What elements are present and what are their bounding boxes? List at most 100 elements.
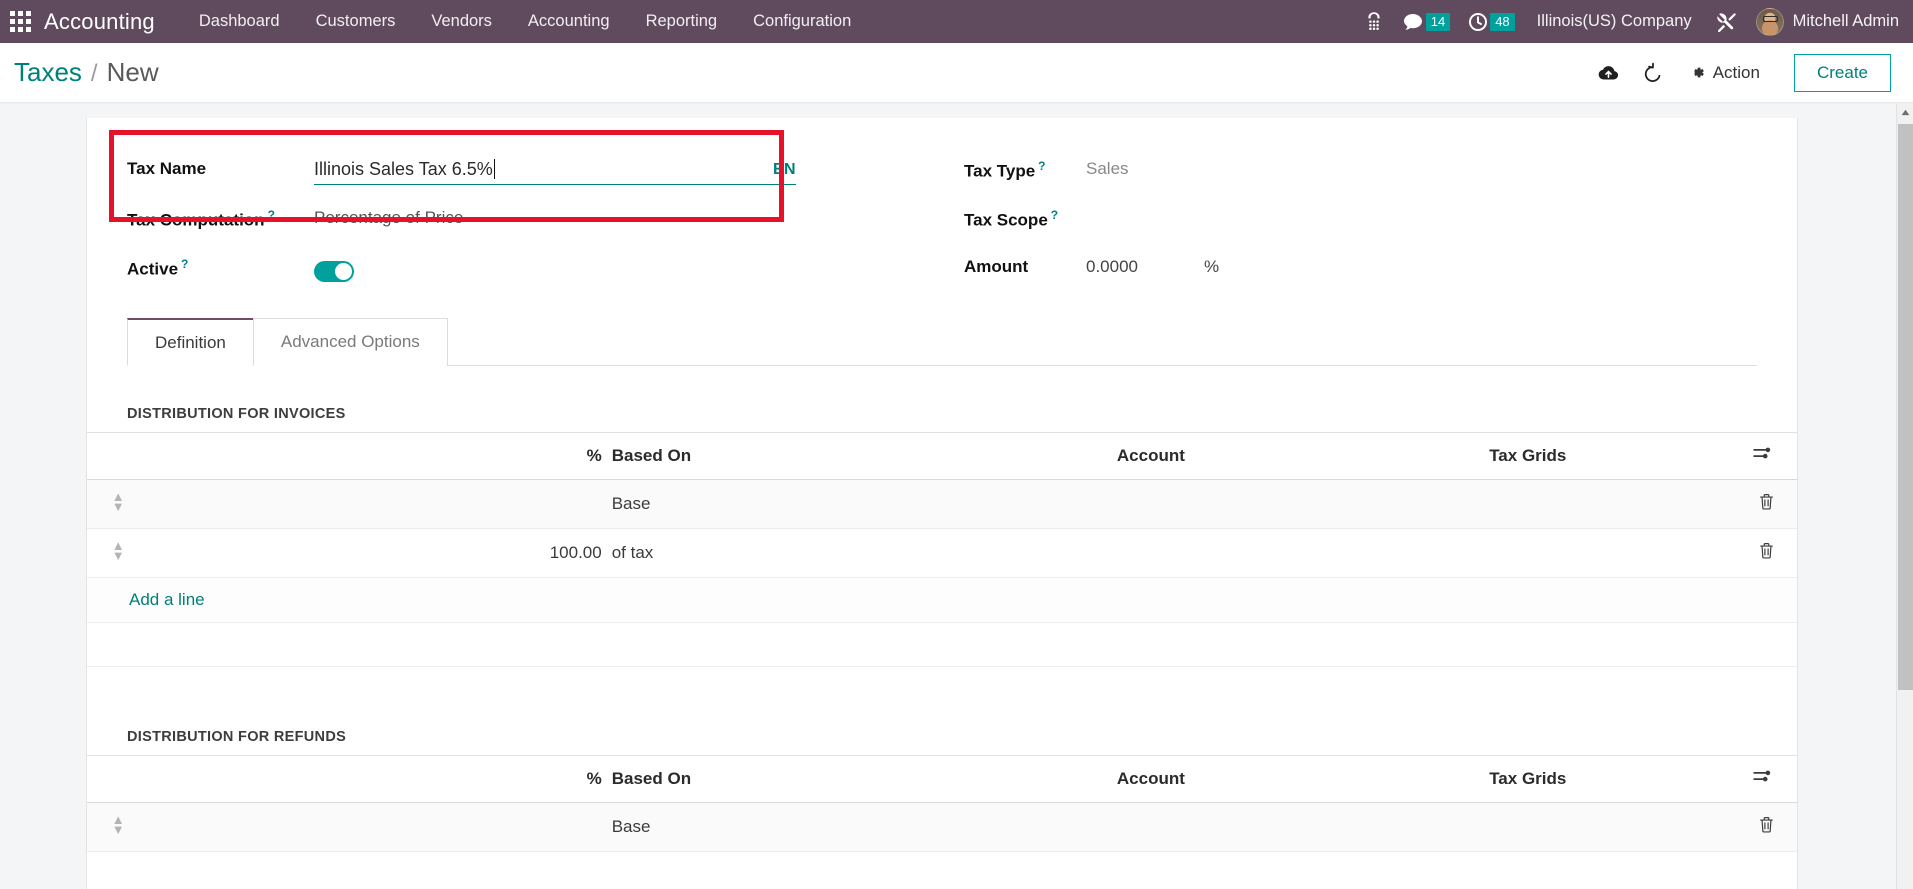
table-row[interactable]: ▲ ▼ Base — [87, 802, 1797, 852]
cell-percent[interactable] — [149, 802, 602, 852]
apps-grid-icon[interactable] — [10, 10, 32, 33]
add-line-cell[interactable]: Add a line — [87, 577, 1797, 623]
top-navbar: Accounting Dashboard Customers Vendors A… — [0, 0, 1913, 43]
form-sheet: Tax Name Illinois Sales Tax 6.5% EN Tax … — [86, 118, 1798, 889]
phone-dialpad-icon[interactable] — [1356, 11, 1392, 33]
tax-type-label: Tax Type? — [964, 159, 1046, 181]
field-tax-type: Tax Type? Sales — [964, 148, 1757, 197]
menu-item-customers[interactable]: Customers — [298, 0, 414, 43]
activities-menu[interactable]: 48 — [1460, 12, 1522, 32]
create-button[interactable]: Create — [1793, 53, 1891, 92]
action-label: Action — [1712, 62, 1760, 82]
cell-percent[interactable] — [149, 479, 602, 529]
scrollbar-thumb[interactable] — [1898, 124, 1913, 690]
vertical-scrollbar[interactable] — [1896, 104, 1913, 889]
row-drag-handle-icon[interactable]: ▲ ▼ — [87, 528, 150, 578]
distribution-for-refunds: DISTRIBUTION FOR REFUNDS % Based On Acco… — [87, 667, 1797, 852]
tax-scope-help-icon[interactable]: ? — [1051, 208, 1058, 222]
messages-menu[interactable]: 14 — [1394, 12, 1458, 32]
messages-count-badge: 14 — [1425, 12, 1451, 31]
table-row[interactable]: ▲ ▼ Base — [87, 479, 1797, 529]
col-based-on[interactable]: Based On — [601, 432, 958, 480]
company-switcher[interactable]: Illinois(US) Company — [1525, 12, 1704, 31]
trash-icon — [1760, 543, 1773, 559]
save-record-button[interactable] — [1587, 53, 1631, 93]
tax-name-label: Tax Name — [127, 159, 207, 178]
col-percent[interactable]: % — [149, 432, 602, 480]
col-percent[interactable]: % — [149, 755, 602, 803]
menu-item-vendors[interactable]: Vendors — [413, 0, 510, 43]
app-brand-accounting[interactable]: Accounting — [44, 9, 155, 35]
amount-input[interactable]: 0.0000 — [1086, 257, 1204, 277]
active-toggle[interactable] — [314, 261, 354, 282]
field-tax-scope: Tax Scope? — [964, 197, 1757, 246]
tax-computation-value[interactable]: Percentage of Price — [314, 202, 922, 230]
cell-tax-grids[interactable] — [1344, 479, 1711, 529]
col-account[interactable]: Account — [957, 432, 1345, 480]
row-delete-button[interactable] — [1710, 802, 1797, 852]
user-menu[interactable]: Mitchell Admin — [1750, 7, 1899, 36]
action-menu-button[interactable]: Action — [1675, 54, 1776, 92]
discard-changes-button[interactable] — [1631, 53, 1675, 93]
cell-tax-grids[interactable] — [1344, 802, 1711, 852]
notebook-tabs: Definition Advanced Options — [127, 317, 1757, 366]
wrench-screwdriver-icon[interactable] — [1706, 11, 1748, 33]
menu-item-reporting[interactable]: Reporting — [628, 0, 736, 43]
cloud-upload-icon — [1598, 65, 1619, 79]
text-cursor — [493, 159, 495, 179]
col-tax-grids[interactable]: Tax Grids — [1344, 755, 1711, 803]
tax-type-help-icon[interactable]: ? — [1038, 159, 1045, 173]
col-options[interactable] — [1710, 432, 1797, 480]
form-body: Tax Name Illinois Sales Tax 6.5% EN Tax … — [87, 118, 1797, 295]
col-handle — [87, 755, 150, 803]
cell-account[interactable] — [957, 479, 1345, 529]
table-row[interactable]: ▲ ▼ 100.00 of tax — [87, 528, 1797, 578]
distribution-invoices-title: DISTRIBUTION FOR INVOICES — [127, 406, 346, 422]
row-drag-handle-icon[interactable]: ▲ ▼ — [87, 479, 150, 529]
col-account[interactable]: Account — [957, 755, 1345, 803]
distribution-invoices-body: ▲ ▼ Base ▲ ▼ 100.00 of tax Add a line — [87, 479, 1797, 667]
tab-definition[interactable]: Definition — [127, 318, 254, 366]
col-options[interactable] — [1710, 755, 1797, 803]
tax-type-value[interactable]: Sales — [1086, 153, 1757, 181]
cell-based-on[interactable]: Base — [601, 479, 958, 529]
row-delete-button[interactable] — [1710, 479, 1797, 529]
add-a-line-link[interactable]: Add a line — [97, 590, 205, 609]
tax-computation-help-icon[interactable]: ? — [268, 208, 275, 222]
cell-percent[interactable]: 100.00 — [149, 528, 602, 578]
gear-icon — [1693, 67, 1704, 78]
tax-scope-label: Tax Scope? — [964, 208, 1059, 230]
cell-account[interactable] — [957, 528, 1345, 578]
toggle-knob — [335, 263, 352, 280]
row-delete-button[interactable] — [1710, 528, 1797, 578]
cell-based-on[interactable]: Base — [601, 802, 958, 852]
distribution-refunds-table: % Based On Account Tax Grids ▲ ▼ Base — [87, 755, 1797, 852]
col-tax-grids[interactable]: Tax Grids — [1344, 432, 1711, 480]
menu-item-configuration[interactable]: Configuration — [735, 0, 869, 43]
field-active: Active? — [127, 246, 922, 295]
breadcrumb-new: New — [106, 57, 159, 87]
col-handle — [87, 432, 150, 480]
tax-computation-label: Tax Computation? — [127, 208, 275, 230]
active-help-icon[interactable]: ? — [181, 257, 188, 271]
menu-item-accounting[interactable]: Accounting — [510, 0, 628, 43]
cell-based-on[interactable]: of tax — [601, 528, 958, 578]
tab-advanced-options[interactable]: Advanced Options — [252, 318, 448, 366]
notebook: Definition Advanced Options — [87, 317, 1797, 366]
cell-account[interactable] — [957, 802, 1345, 852]
breadcrumb-taxes[interactable]: Taxes — [14, 57, 82, 88]
scroll-up-arrow-icon[interactable] — [1897, 104, 1913, 121]
breadcrumb: Taxes / New — [14, 57, 159, 88]
trash-icon — [1760, 494, 1773, 510]
cell-tax-grids[interactable] — [1344, 528, 1711, 578]
add-line-row[interactable]: Add a line — [87, 577, 1797, 623]
menu-item-dashboard[interactable]: Dashboard — [181, 0, 298, 43]
language-badge-en[interactable]: EN — [763, 161, 796, 179]
distribution-for-invoices: DISTRIBUTION FOR INVOICES % Based On Acc… — [87, 366, 1797, 667]
tax-name-input[interactable]: Illinois Sales Tax 6.5% EN — [314, 159, 796, 185]
tax-scope-value[interactable] — [1086, 202, 1757, 230]
row-drag-handle-icon[interactable]: ▲ ▼ — [87, 802, 150, 852]
col-based-on[interactable]: Based On — [601, 755, 958, 803]
control-panel-actions: Action Create — [1587, 53, 1891, 93]
table-header-row: % Based On Account Tax Grids — [87, 432, 1797, 480]
